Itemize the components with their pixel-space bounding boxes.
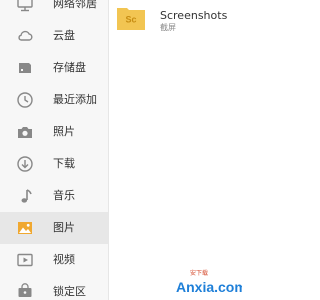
video-icon [16, 251, 34, 269]
file-list-pane: Sc Screenshots 截屏 安下载 Anxia.com [109, 0, 242, 300]
sidebar-item-label: 图片 [53, 221, 75, 234]
cloud-icon [16, 27, 34, 45]
clock-icon [16, 91, 34, 109]
sidebar-item-label: 视频 [53, 253, 75, 266]
file-manager-window: 网络邻居 云盘 存储盘 最近添加 照片 下载 音乐 图片 视频 锁定区 Sc S… [0, 0, 242, 300]
sidebar-item-label: 最近添加 [53, 93, 97, 106]
network-neighborhood-icon [16, 0, 34, 13]
sidebar-item-storage-drive[interactable]: 存储盘 [0, 52, 108, 84]
sidebar-item-label: 云盘 [53, 29, 75, 42]
sidebar-item-label: 锁定区 [53, 285, 86, 298]
image-icon [16, 219, 34, 237]
sidebar-item-label: 存储盘 [53, 61, 86, 74]
folder-subtitle: 截屏 [160, 23, 176, 32]
watermark: 安下载 Anxia.com [176, 270, 242, 296]
sidebar-item-label: 网络邻居 [53, 0, 97, 10]
sidebar: 网络邻居 云盘 存储盘 最近添加 照片 下载 音乐 图片 视频 锁定区 [0, 0, 109, 300]
sidebar-item-recently-added[interactable]: 最近添加 [0, 84, 108, 116]
music-note-icon [16, 187, 34, 205]
sidebar-item-label: 下载 [53, 157, 75, 170]
lock-icon [16, 283, 34, 300]
watermark-cn-text: 安下载 [190, 270, 209, 277]
folder-badge: Sc [125, 15, 136, 25]
storage-drive-icon [16, 59, 34, 77]
sidebar-item-cloud[interactable]: 云盘 [0, 20, 108, 52]
sidebar-item-videos[interactable]: 视频 [0, 244, 108, 276]
sidebar-item-photos[interactable]: 照片 [0, 116, 108, 148]
folder-icon: Sc [117, 6, 145, 30]
sidebar-item-label: 音乐 [53, 189, 75, 202]
sidebar-item-downloads[interactable]: 下载 [0, 148, 108, 180]
watermark-en-text: Anxia.com [176, 279, 242, 295]
sidebar-item-network-neighborhood[interactable]: 网络邻居 [0, 0, 108, 20]
camera-icon [16, 123, 34, 141]
sidebar-item-label: 照片 [53, 125, 75, 138]
download-icon [16, 155, 34, 173]
folder-item[interactable]: Sc Screenshots 截屏 [109, 0, 242, 40]
sidebar-item-pictures[interactable]: 图片 [0, 212, 108, 244]
sidebar-item-locked-area[interactable]: 锁定区 [0, 276, 108, 300]
sidebar-item-music[interactable]: 音乐 [0, 180, 108, 212]
folder-name: Screenshots [160, 9, 228, 22]
